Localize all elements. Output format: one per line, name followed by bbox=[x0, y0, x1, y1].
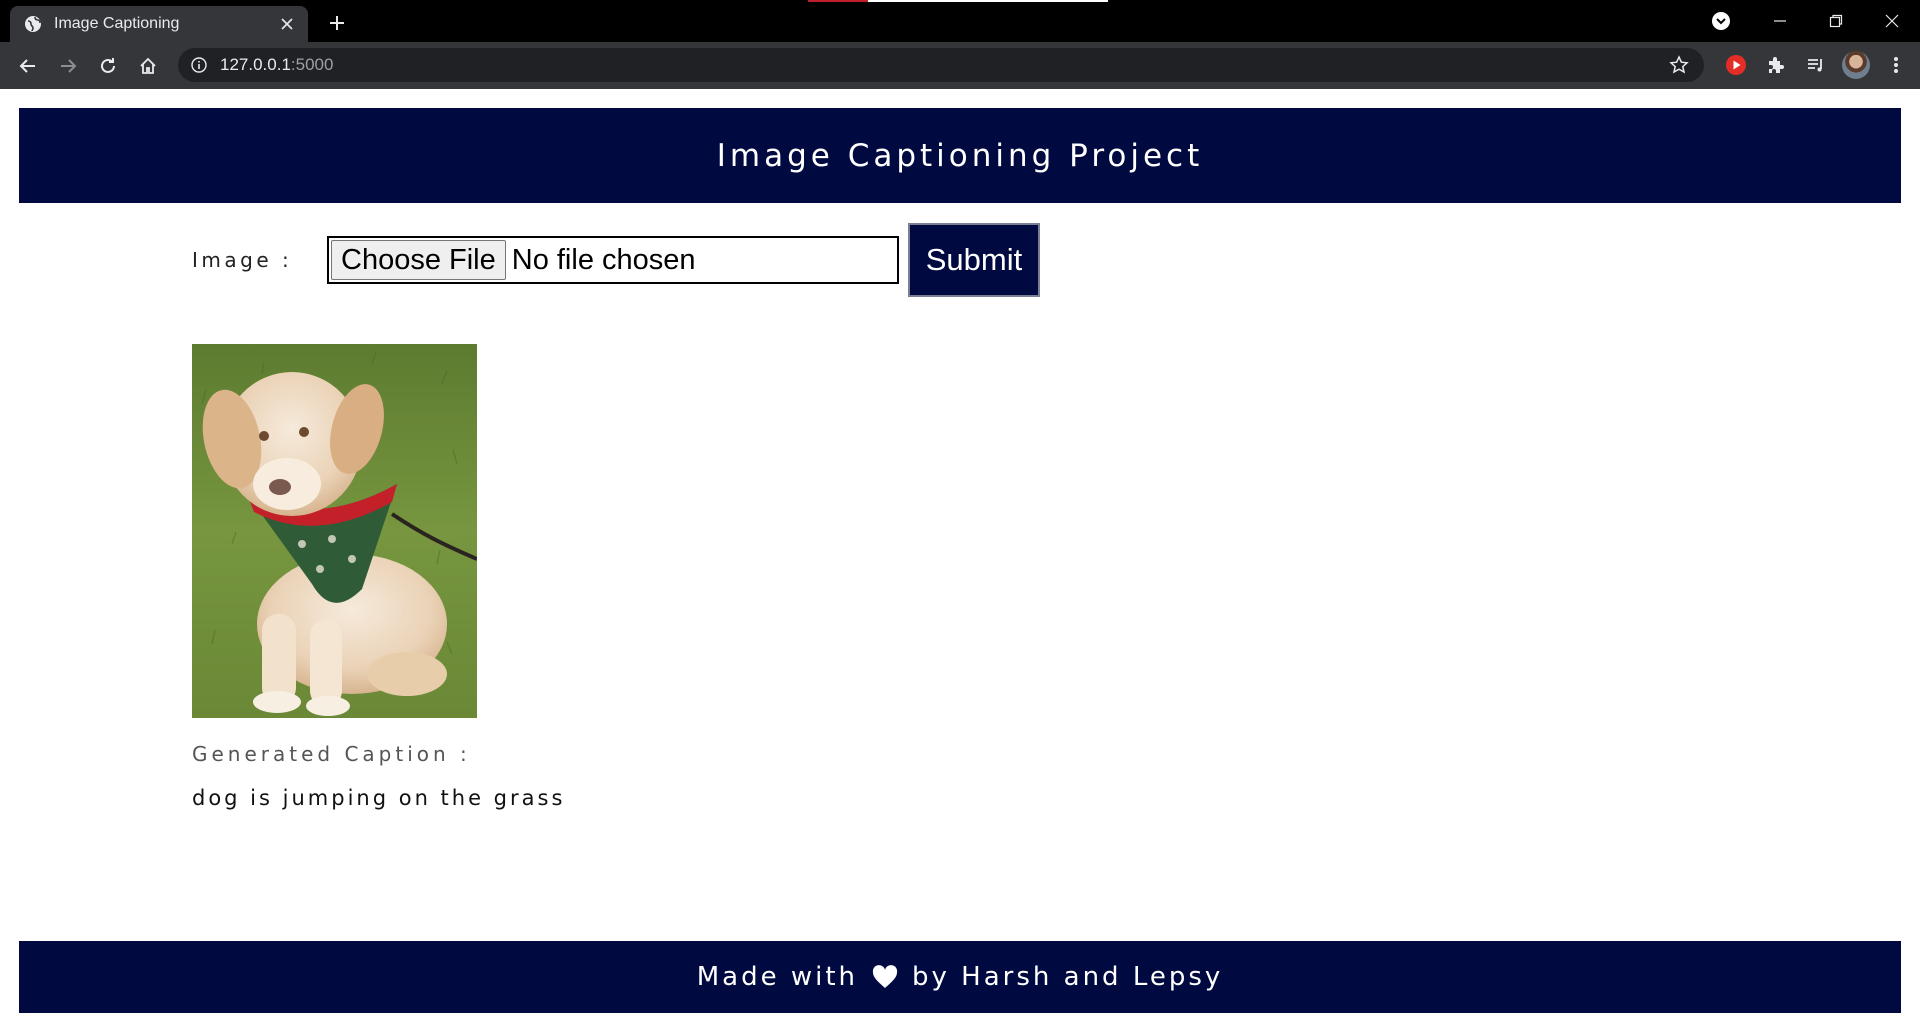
image-label: Image : bbox=[192, 248, 293, 272]
browser-tab[interactable]: Image Captioning bbox=[10, 6, 308, 42]
close-window-icon[interactable] bbox=[1864, 0, 1920, 42]
media-queue-icon[interactable] bbox=[1796, 48, 1836, 82]
globe-icon bbox=[24, 15, 42, 33]
forward-arrow-icon[interactable] bbox=[48, 46, 88, 86]
plus-icon[interactable] bbox=[325, 11, 349, 35]
caption-label: Generated Caption : bbox=[192, 742, 471, 766]
browser-toolbar: 127.0.0.1:5000 bbox=[0, 42, 1920, 89]
minimize-icon[interactable] bbox=[1752, 0, 1808, 42]
star-icon[interactable] bbox=[1668, 54, 1690, 76]
url-host: 127.0.0.1 bbox=[220, 55, 291, 74]
reload-icon[interactable] bbox=[88, 46, 128, 86]
window-controls bbox=[1752, 0, 1920, 42]
home-icon[interactable] bbox=[128, 46, 168, 86]
kebab-menu-icon[interactable] bbox=[1876, 48, 1916, 82]
generated-caption: dog is jumping on the grass bbox=[192, 786, 566, 810]
heart-icon bbox=[872, 965, 898, 989]
footer-prefix: Made with bbox=[696, 962, 859, 992]
extensions-area bbox=[1716, 48, 1916, 82]
page-title: Image Captioning Project bbox=[716, 137, 1204, 174]
back-arrow-icon[interactable] bbox=[8, 46, 48, 86]
youtube-icon[interactable] bbox=[1716, 48, 1756, 82]
address-bar[interactable]: 127.0.0.1:5000 bbox=[178, 48, 1704, 82]
choose-file-button[interactable]: Choose File bbox=[331, 240, 506, 280]
url-text: 127.0.0.1:5000 bbox=[220, 55, 1668, 75]
puzzle-icon[interactable] bbox=[1756, 48, 1796, 82]
info-icon[interactable] bbox=[190, 56, 208, 74]
restore-icon[interactable] bbox=[1808, 0, 1864, 42]
file-input[interactable]: Choose File No file chosen bbox=[327, 236, 899, 284]
footer-text: Made with by Harsh and Lepsy bbox=[697, 962, 1224, 992]
tab-strip: Image Captioning bbox=[0, 0, 1920, 42]
tab-title: Image Captioning bbox=[54, 15, 180, 32]
footer-suffix: by Harsh and Lepsy bbox=[912, 962, 1224, 992]
upload-form: Image : Choose File No file chosen Submi… bbox=[192, 222, 1040, 298]
profile-avatar-image bbox=[1842, 51, 1870, 79]
tab-search-icon[interactable] bbox=[1710, 10, 1732, 32]
page-footer: Made with by Harsh and Lepsy bbox=[19, 941, 1901, 1013]
avatar[interactable] bbox=[1836, 48, 1876, 82]
page-content: Image Captioning Project Image : Choose … bbox=[0, 89, 1920, 1028]
url-port: :5000 bbox=[290, 55, 334, 74]
page-header: Image Captioning Project bbox=[19, 108, 1901, 203]
submit-button[interactable]: Submit bbox=[908, 223, 1040, 297]
media-indicator-progress bbox=[808, 0, 868, 2]
file-status-text: No file chosen bbox=[511, 243, 696, 276]
uploaded-dog-image bbox=[192, 344, 477, 718]
close-icon[interactable] bbox=[278, 15, 296, 33]
